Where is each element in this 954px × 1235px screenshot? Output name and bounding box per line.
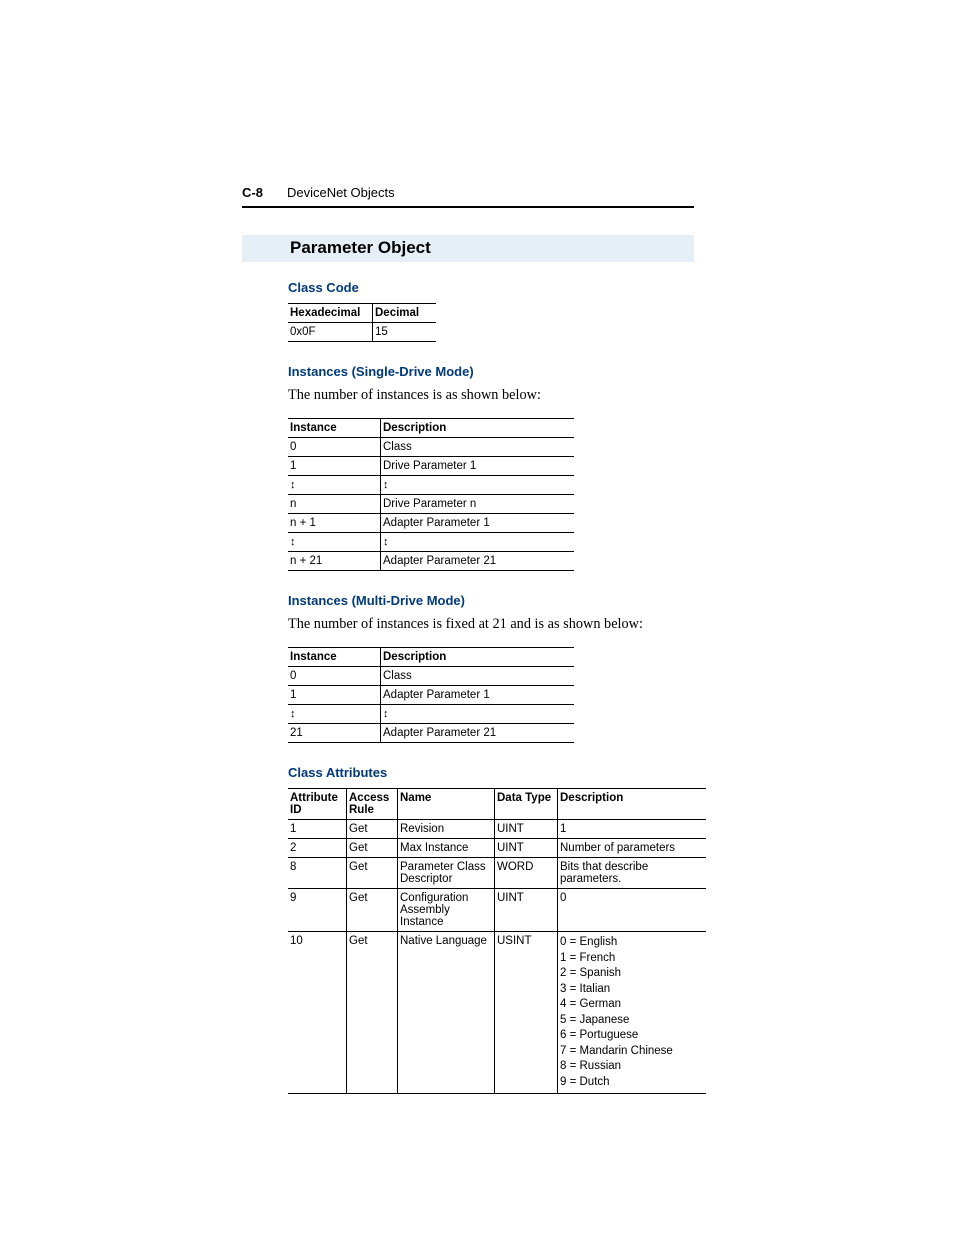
table-cell: Parameter Class Descriptor xyxy=(398,858,495,889)
table-cell: ↕ xyxy=(288,476,381,495)
table-cell: ↕ xyxy=(288,533,381,552)
instances-single-table: Instance Description 0Class 1Drive Param… xyxy=(288,418,574,571)
table-cell: ↕ xyxy=(381,476,575,495)
table-cell: 0 xyxy=(288,438,381,457)
table-cell: WORD xyxy=(495,858,558,889)
table-cell: Adapter Parameter 1 xyxy=(381,514,575,533)
class-code-heading: Class Code xyxy=(288,280,694,295)
table-cell: UINT xyxy=(495,839,558,858)
table-cell: 1 xyxy=(558,820,707,839)
table-cell: Bits that describe parameters. xyxy=(558,858,707,889)
table-cell: Get xyxy=(347,858,398,889)
th-name: Name xyxy=(398,789,495,820)
section-title: DeviceNet Objects xyxy=(287,185,395,200)
table-cell: Class xyxy=(381,667,575,686)
table-cell: ↕ xyxy=(288,705,381,724)
page: C-8 DeviceNet Objects Parameter Object C… xyxy=(0,0,954,1235)
table-cell: Adapter Parameter 21 xyxy=(381,552,575,571)
td-hex: 0x0F xyxy=(288,323,373,342)
top-header: C-8 DeviceNet Objects xyxy=(242,185,694,208)
table-cell: Number of parameters xyxy=(558,839,707,858)
instances-multi-table: Instance Description 0Class 1Adapter Par… xyxy=(288,647,574,743)
table-cell: 0 = English 1 = French 2 = Spanish 3 = I… xyxy=(558,932,707,1094)
table-cell: Get xyxy=(347,889,398,932)
table-cell: Drive Parameter 1 xyxy=(381,457,575,476)
table-cell: Native Language xyxy=(398,932,495,1094)
th-instance: Instance xyxy=(288,648,381,667)
table-cell: UINT xyxy=(495,820,558,839)
table-cell: 0 xyxy=(558,889,707,932)
table-cell: ↕ xyxy=(381,705,575,724)
th-description: Description xyxy=(381,419,575,438)
table-cell: n + 21 xyxy=(288,552,381,571)
th-dec: Decimal xyxy=(373,304,437,323)
class-attributes-table: Attribute ID Access Rule Name Data Type … xyxy=(288,788,706,1094)
table-cell: 10 xyxy=(288,932,347,1094)
table-cell: 2 xyxy=(288,839,347,858)
table-cell: Get xyxy=(347,839,398,858)
table-cell: Get xyxy=(347,932,398,1094)
table-cell: 1 xyxy=(288,820,347,839)
table-cell: Class xyxy=(381,438,575,457)
table-cell: ↕ xyxy=(381,533,575,552)
table-cell: 8 xyxy=(288,858,347,889)
table-cell: UINT xyxy=(495,889,558,932)
title-bar: Parameter Object xyxy=(242,235,694,262)
th-hex: Hexadecimal xyxy=(288,304,373,323)
table-cell: 1 xyxy=(288,457,381,476)
instances-multi-intro: The number of instances is fixed at 21 a… xyxy=(288,616,694,633)
table-cell: 9 xyxy=(288,889,347,932)
table-cell: USINT xyxy=(495,932,558,1094)
th-description: Description xyxy=(558,789,707,820)
th-instance: Instance xyxy=(288,419,381,438)
instances-single-heading: Instances (Single-Drive Mode) xyxy=(288,364,694,379)
table-cell: 21 xyxy=(288,724,381,743)
table-cell: n xyxy=(288,495,381,514)
td-dec: 15 xyxy=(373,323,437,342)
class-attributes-heading: Class Attributes xyxy=(288,765,694,780)
page-title: Parameter Object xyxy=(290,238,431,257)
table-cell: 0 xyxy=(288,667,381,686)
table-cell: Revision xyxy=(398,820,495,839)
table-cell: Configuration Assembly Instance xyxy=(398,889,495,932)
table-cell: n + 1 xyxy=(288,514,381,533)
main-content: Parameter Object Class Code Hexadecimal … xyxy=(242,235,694,1094)
instances-multi-heading: Instances (Multi-Drive Mode) xyxy=(288,593,694,608)
th-description: Description xyxy=(381,648,575,667)
table-cell: 1 xyxy=(288,686,381,705)
th-access: Access Rule xyxy=(347,789,398,820)
class-code-table: Hexadecimal Decimal 0x0F 15 xyxy=(288,303,436,342)
table-cell: Drive Parameter n xyxy=(381,495,575,514)
table-cell: Max Instance xyxy=(398,839,495,858)
th-attr-id: Attribute ID xyxy=(288,789,347,820)
page-number: C-8 xyxy=(242,185,263,200)
table-cell: Get xyxy=(347,820,398,839)
th-data-type: Data Type xyxy=(495,789,558,820)
table-cell: Adapter Parameter 1 xyxy=(381,686,575,705)
table-cell: Adapter Parameter 21 xyxy=(381,724,575,743)
instances-single-intro: The number of instances is as shown belo… xyxy=(288,387,694,404)
